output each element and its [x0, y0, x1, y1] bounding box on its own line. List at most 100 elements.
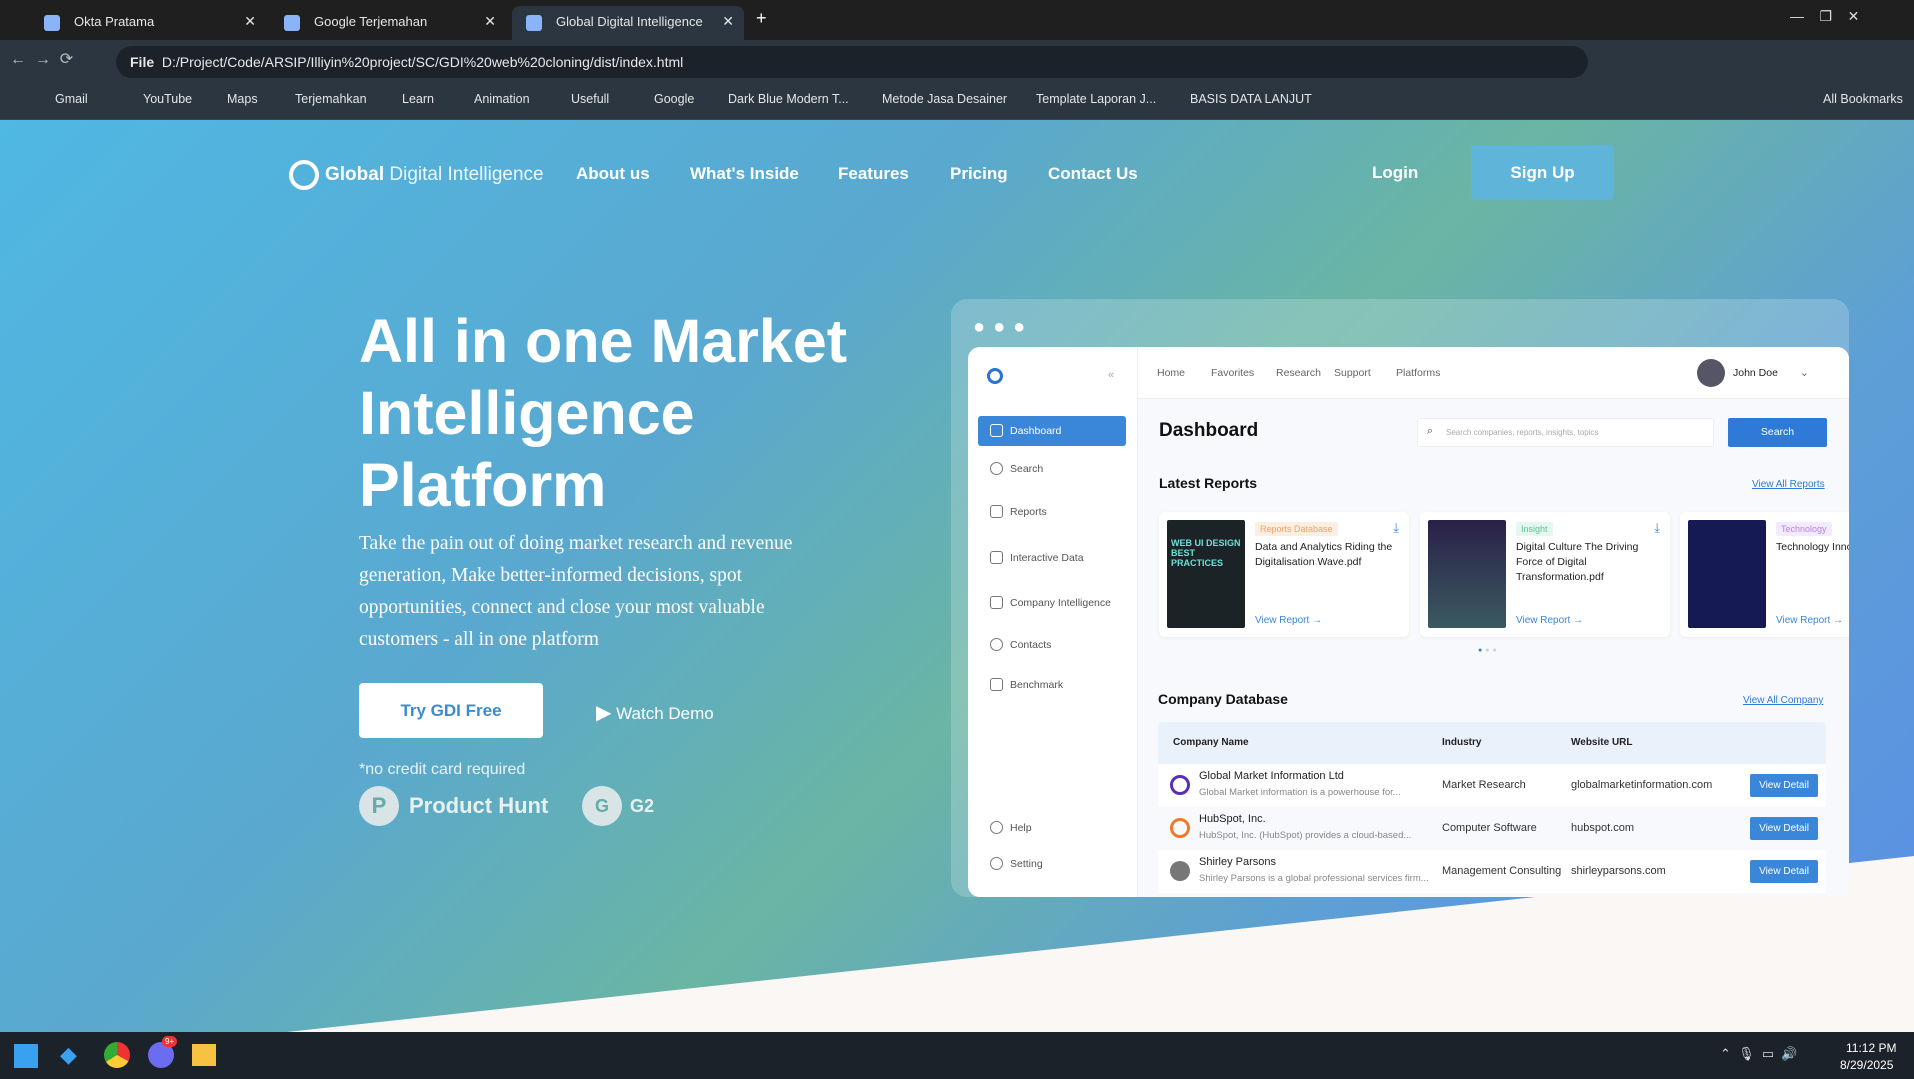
company-name: Shirley Parsons — [1199, 856, 1277, 868]
bookmark[interactable]: Terjemahkan — [295, 92, 367, 106]
window-controls-icon[interactable]: — ❐ ✕ — [1790, 8, 1859, 25]
report-cover — [1688, 520, 1766, 628]
bookmark[interactable]: Gmail — [55, 92, 88, 106]
notification-badge: 9+ — [162, 1036, 178, 1047]
close-icon[interactable]: ✕ — [244, 13, 256, 30]
sidebar-item-help[interactable]: Help — [978, 813, 1126, 843]
sidebar-item-contacts[interactable]: Contacts — [978, 630, 1126, 660]
url-scheme: File — [130, 54, 155, 70]
taskbar: ◆ 9+ ⌃ 🎙 ▭ 🔊 11:12 PM 8/29/2025 — [0, 1032, 1914, 1079]
bookmark[interactable]: Metode Jasa Desainer — [882, 92, 1007, 106]
dashboard-panel: « Dashboard Search Reports Interactive D… — [968, 347, 1849, 897]
bookmark[interactable]: BASIS DATA LANJUT — [1190, 92, 1312, 106]
company-logo-icon — [1170, 861, 1190, 881]
bookmark[interactable]: Dark Blue Modern T... — [728, 92, 849, 106]
nav-features[interactable]: Features — [838, 164, 909, 184]
company-name: HubSpot, Inc. — [1199, 813, 1266, 825]
topnav-research[interactable]: Research — [1276, 367, 1321, 379]
dashboard-search-input[interactable]: ⌕ Search companies, reports, insights, to… — [1417, 418, 1714, 447]
bookmark[interactable]: Animation — [474, 92, 530, 106]
nav-contact[interactable]: Contact Us — [1048, 164, 1138, 184]
carousel-dots[interactable]: ●●● — [1478, 647, 1500, 654]
report-card[interactable]: WEB UI DESIGN BEST PRACTICES Reports Data… — [1159, 512, 1409, 637]
brand-logo[interactable]: Global Digital Intelligence — [289, 160, 544, 190]
try-free-button[interactable]: Try GDI Free — [359, 683, 543, 738]
view-detail-button[interactable]: View Detail — [1750, 774, 1818, 797]
report-title: Digital Culture The Driving Force of Dig… — [1516, 541, 1639, 583]
download-icon[interactable]: ⤓ — [1393, 520, 1399, 536]
chrome-icon[interactable] — [104, 1042, 130, 1068]
close-icon[interactable]: ✕ — [484, 13, 496, 30]
sidebar-item-interactive-data[interactable]: Interactive Data — [978, 543, 1126, 573]
watch-demo-label: Watch Demo — [616, 704, 714, 723]
bookmark[interactable]: Template Laporan J... — [1036, 92, 1156, 106]
topnav-home[interactable]: Home — [1157, 367, 1185, 379]
nav-whats-inside[interactable]: What's Inside — [690, 164, 799, 184]
login-link[interactable]: Login — [1372, 163, 1418, 183]
bookmark[interactable]: Google — [654, 92, 694, 106]
topnav-support[interactable]: Support — [1334, 367, 1371, 379]
chevron-down-icon[interactable]: ⌄ — [1800, 367, 1809, 379]
report-card[interactable]: Technology Technology Innovation and Syst… — [1680, 512, 1849, 637]
close-icon[interactable]: ✕ — [722, 13, 734, 30]
report-badge: Technology — [1776, 522, 1832, 536]
topnav-platforms[interactable]: Platforms — [1396, 367, 1440, 379]
hero-description: Take the pain out of doing market resear… — [359, 533, 793, 650]
sidebar-label: Interactive Data — [1010, 552, 1084, 564]
bookmark[interactable]: YouTube — [143, 92, 192, 106]
avatar[interactable] — [1697, 359, 1725, 387]
tab-gdi[interactable]: Global Digital Intelligence ✕ — [512, 6, 744, 40]
product-hunt-icon: P — [359, 786, 399, 826]
company-desc: Global Market information is a powerhous… — [1199, 787, 1401, 798]
collapse-icon[interactable]: « — [1108, 369, 1114, 381]
dashboard-title: Dashboard — [1159, 420, 1259, 441]
nav-about[interactable]: About us — [576, 164, 650, 184]
sidebar-item-reports[interactable]: Reports — [978, 497, 1126, 527]
sidebar-item-company-intelligence[interactable]: Company Intelligence — [978, 588, 1126, 618]
benchmark-icon — [990, 678, 1003, 691]
building-icon — [990, 596, 1003, 609]
view-all-reports-link[interactable]: View All Reports — [1752, 479, 1825, 490]
topnav-favorites[interactable]: Favorites — [1211, 367, 1254, 379]
signup-button[interactable]: Sign Up — [1471, 145, 1614, 200]
report-card[interactable]: Insight ⤓ Digital Culture The Driving Forc… — [1420, 512, 1670, 637]
bookmarks-bar: Gmail YouTube Maps Terjemahkan Learn Ani… — [0, 80, 1914, 120]
view-report-link[interactable]: View Report → — [1516, 615, 1583, 626]
watch-demo-button[interactable]: ▶ Watch Demo — [596, 700, 714, 725]
new-tab-icon[interactable]: + — [756, 8, 767, 29]
view-detail-button[interactable]: View Detail — [1750, 817, 1818, 840]
download-icon[interactable]: ⤓ — [1654, 520, 1660, 536]
bookmark[interactable]: Learn — [402, 92, 434, 106]
user-name[interactable]: John Doe — [1733, 367, 1778, 379]
sidebar-item-setting[interactable]: Setting — [978, 849, 1126, 879]
nav-pricing[interactable]: Pricing — [950, 164, 1008, 184]
company-url: globalmarketinformation.com — [1571, 779, 1713, 791]
url-text: D:/Project/Code/ARSIP/Illiyin%20project/… — [161, 54, 684, 70]
vscode-icon[interactable]: ◆ — [60, 1042, 77, 1068]
clock-date[interactable]: 8/29/2025 — [1840, 1058, 1893, 1072]
view-detail-button[interactable]: View Detail — [1750, 860, 1818, 883]
clock-time[interactable]: 11:12 PM — [1846, 1041, 1896, 1055]
tab-bar: Okta Pratama ✕ Google Terjemahan ✕ Global … — [0, 0, 1914, 40]
tab-translate[interactable]: Google Terjemahan ✕ — [270, 6, 506, 40]
all-bookmarks[interactable]: All Bookmarks — [1823, 92, 1903, 106]
view-report-link[interactable]: View Report → — [1255, 615, 1322, 626]
sidebar-item-dashboard[interactable]: Dashboard — [978, 416, 1126, 446]
file-explorer-icon[interactable] — [192, 1044, 216, 1066]
sidebar-label: Contacts — [1010, 639, 1052, 651]
tab-favicon-icon — [44, 15, 60, 31]
url-bar[interactable]: File D:/Project/Code/ARSIP/Illiyin%20pro… — [116, 46, 1588, 78]
view-report-link[interactable]: View Report → — [1776, 615, 1843, 626]
sidebar-item-search[interactable]: Search — [978, 454, 1126, 484]
view-all-company-link[interactable]: View All Company — [1743, 695, 1823, 706]
bookmark[interactable]: Usefull — [571, 92, 609, 106]
windows-start-icon[interactable] — [14, 1044, 38, 1068]
search-button[interactable]: Search — [1728, 418, 1827, 447]
hero-title: All in one Market Intelligence Platform — [359, 307, 848, 519]
system-tray-icons[interactable]: ⌃ 🎙 ▭ 🔊 — [1720, 1046, 1798, 1062]
sidebar-item-benchmark[interactable]: Benchmark — [978, 670, 1126, 700]
tab-okta[interactable]: Okta Pratama ✕ — [30, 6, 266, 40]
nav-arrows-icon[interactable]: ← → ⟳ — [10, 49, 73, 69]
sidebar-label: Company Intelligence — [1010, 597, 1111, 609]
bookmark[interactable]: Maps — [227, 92, 258, 106]
